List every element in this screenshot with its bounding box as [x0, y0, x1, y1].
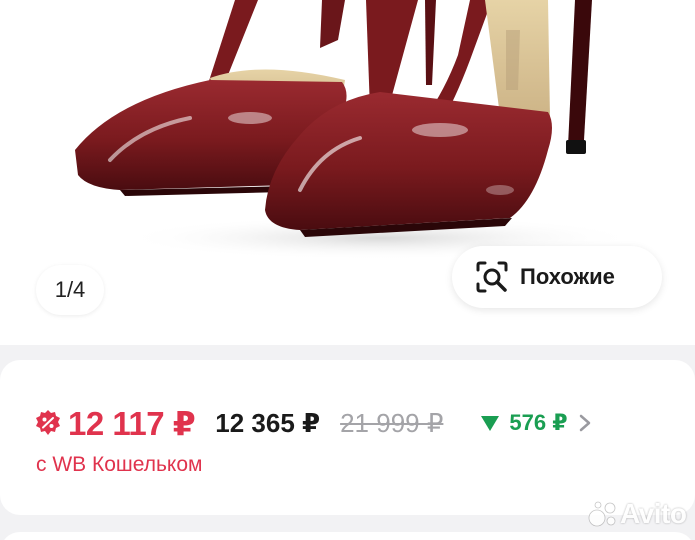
similar-button-label: Похожие — [520, 264, 615, 289]
avito-watermark: Avito — [588, 498, 687, 530]
down-triangle-icon — [481, 416, 500, 431]
avito-logo-icon — [588, 501, 616, 527]
price-history-button[interactable]: 576 ₽ — [479, 410, 591, 436]
wallet-note: с WB Кошельком — [36, 453, 203, 476]
wallet-price: 12 117 ₽ — [68, 404, 196, 442]
similar-items-button[interactable]: Похожие — [452, 246, 662, 308]
product-gallery[interactable]: 1/4 Похожие — [0, 0, 695, 345]
gallery-page-counter: 1/4 — [36, 265, 104, 315]
price-card: 12 117 ₽ 12 365 ₽ 21 999 ₽ 576 ₽ с WB Ко… — [0, 360, 695, 515]
price-row: 12 117 ₽ 12 365 ₽ 21 999 ₽ 576 ₽ — [34, 400, 674, 446]
avito-watermark-text: Avito — [620, 498, 687, 529]
percent-badge-icon — [36, 410, 60, 435]
next-section-card — [0, 532, 695, 540]
old-price: 21 999 ₽ — [340, 407, 444, 438]
visual-search-icon — [476, 261, 508, 293]
chevron-right-icon — [579, 414, 590, 432]
regular-price: 12 365 ₽ — [215, 407, 321, 438]
price-drop-amount: 576 ₽ — [509, 410, 568, 435]
